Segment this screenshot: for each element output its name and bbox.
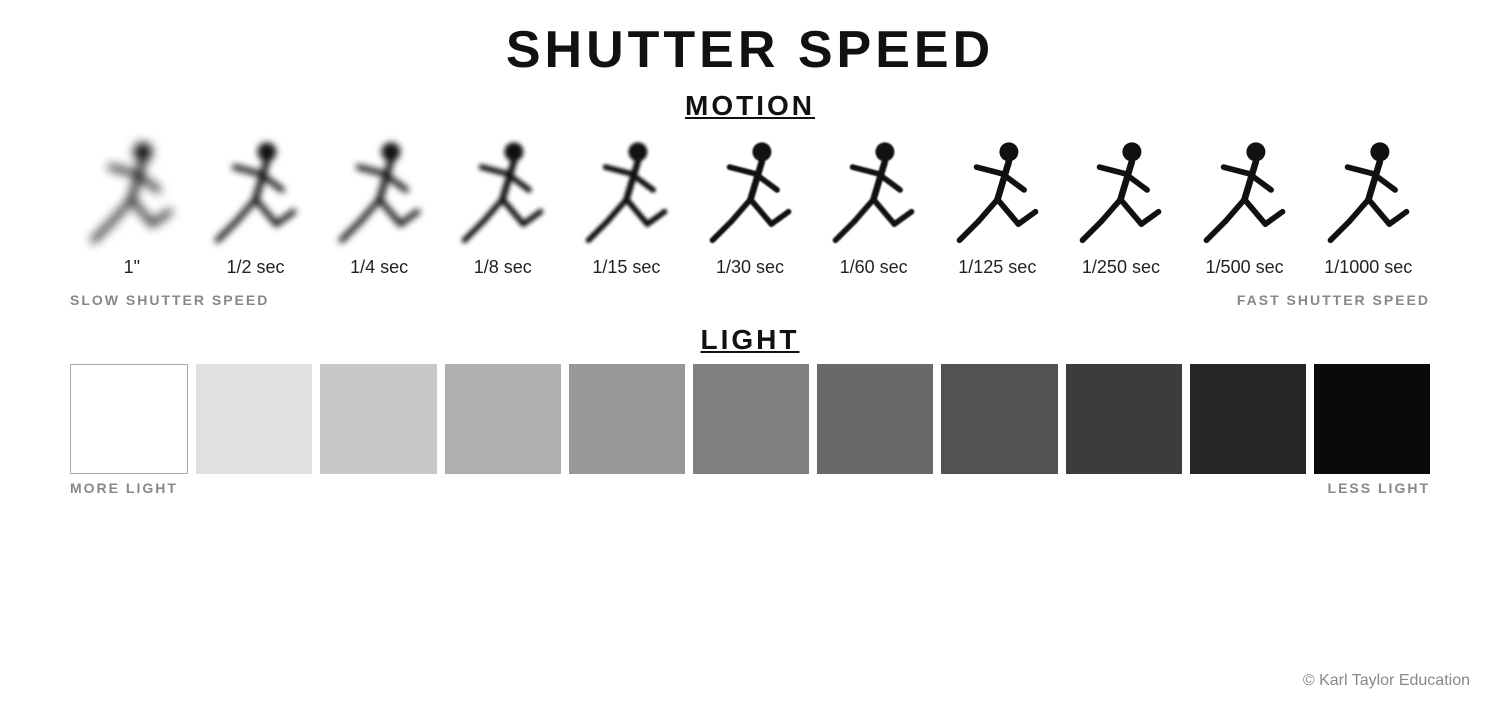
speed-label: 1/1000 sec [1324,257,1412,278]
light-swatch [70,364,188,474]
runner-figure-icon [1066,143,1176,253]
runner-figure-icon [324,143,434,253]
light-swatch [817,364,933,474]
motion-section: MOTION 1" [40,90,1460,308]
runner-figure-icon [819,143,929,253]
figure-item: 1/60 sec [812,143,936,278]
speed-label: 1" [124,257,140,278]
figures-row: 1" 1/2 sec [40,130,1460,290]
runner-figure-icon [1190,143,1300,253]
speed-label: 1/15 sec [592,257,660,278]
runner-figure-icon [695,143,805,253]
light-swatch [320,364,436,474]
light-swatch [196,364,312,474]
light-swatch [693,364,809,474]
speed-label: 1/500 sec [1206,257,1284,278]
speed-label: 1/2 sec [226,257,284,278]
slow-shutter-label: SLOW SHUTTER SPEED [70,292,269,308]
more-light-label: MORE LIGHT [70,480,178,496]
light-labels-row: MORE LIGHT LESS LIGHT [40,480,1460,496]
figure-item: 1/250 sec [1059,143,1183,278]
runner-figure-icon [571,143,681,253]
fast-shutter-label: FAST SHUTTER SPEED [1237,292,1430,308]
speed-label: 1/125 sec [958,257,1036,278]
figure-item: 1/125 sec [935,143,1059,278]
figure-item: 1/30 sec [688,143,812,278]
page-container: SHUTTER SPEED MOTION 1" [0,0,1500,708]
figure-item: 1" [70,143,194,278]
figure-item: 1/2 sec [194,143,318,278]
runner-figure-icon [77,143,187,253]
main-title: SHUTTER SPEED [40,20,1460,80]
motion-title: MOTION [40,90,1460,122]
speed-label: 1/4 sec [350,257,408,278]
light-swatch [569,364,685,474]
figure-item: 1/1000 sec [1306,143,1430,278]
light-title: LIGHT [40,324,1460,356]
figure-item: 1/15 sec [565,143,689,278]
runner-figure-icon [1313,143,1423,253]
runner-figure-icon [448,143,558,253]
light-swatch [445,364,561,474]
speed-label: 1/30 sec [716,257,784,278]
swatches-row [40,364,1460,474]
runner-figure-icon [942,143,1052,253]
copyright: © Karl Taylor Education [1303,672,1470,690]
runner-figure-icon [200,143,310,253]
speed-label: 1/250 sec [1082,257,1160,278]
figure-item: 1/500 sec [1183,143,1307,278]
light-section: LIGHT MORE LIGHT LESS LIGHT [40,324,1460,496]
light-swatch [1190,364,1306,474]
speed-label: 1/8 sec [474,257,532,278]
light-swatch [1066,364,1182,474]
speed-labels-row: SLOW SHUTTER SPEED FAST SHUTTER SPEED [40,292,1460,308]
light-swatch [1314,364,1430,474]
speed-label: 1/60 sec [840,257,908,278]
light-swatch [941,364,1057,474]
figure-item: 1/4 sec [317,143,441,278]
less-light-label: LESS LIGHT [1328,480,1430,496]
figure-item: 1/8 sec [441,143,565,278]
